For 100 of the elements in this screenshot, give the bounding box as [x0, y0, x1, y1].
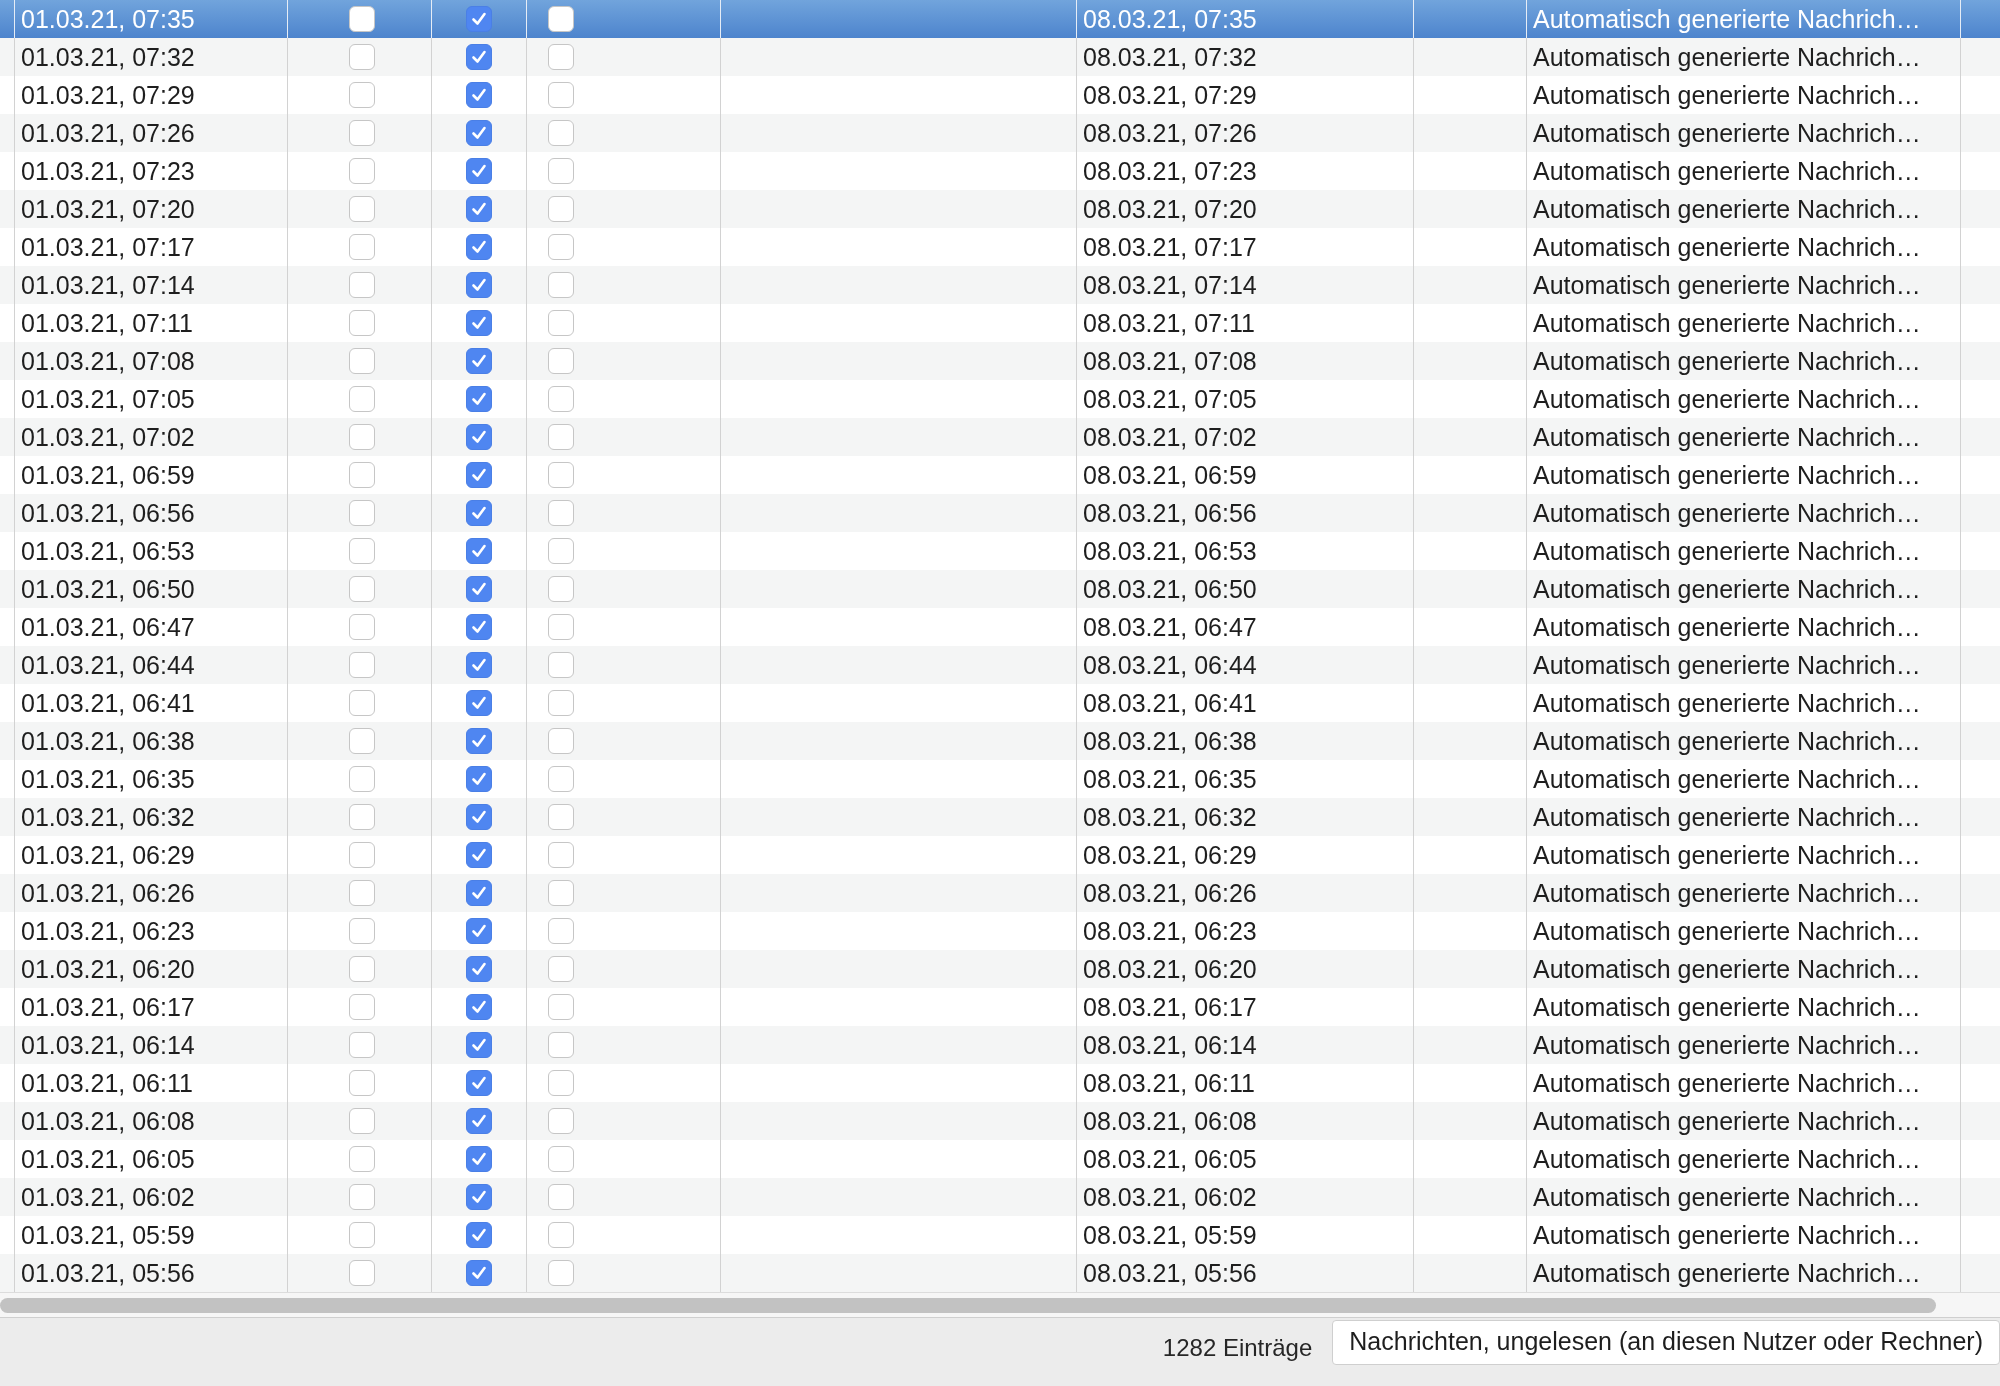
checkbox[interactable]	[466, 348, 492, 374]
table-row[interactable]: 01.03.21, 07:26 08.03.21, 07:26 Automatisch generierte Nachrich…	[0, 114, 2000, 152]
checkbox[interactable]	[466, 1260, 492, 1286]
checkbox[interactable]	[348, 842, 375, 868]
checkbox[interactable]	[466, 1146, 492, 1172]
checkbox[interactable]	[348, 956, 375, 982]
checkbox[interactable]	[348, 234, 375, 260]
checkbox[interactable]	[348, 538, 375, 564]
checkbox[interactable]	[348, 386, 375, 412]
checkbox[interactable]	[548, 804, 574, 830]
scrollbar-thumb[interactable]	[0, 1297, 1936, 1313]
table-row[interactable]: 01.03.21, 06:20 08.03.21, 06:20 Automatisch generierte Nachrich…	[0, 950, 2000, 988]
checkbox[interactable]	[466, 538, 492, 564]
checkbox[interactable]	[466, 500, 492, 526]
checkbox[interactable]	[548, 44, 574, 70]
checkbox[interactable]	[466, 82, 492, 108]
checkbox[interactable]	[466, 1184, 492, 1210]
checkbox[interactable]	[548, 994, 574, 1020]
checkbox[interactable]	[466, 310, 492, 336]
checkbox[interactable]	[466, 652, 492, 678]
table-row[interactable]: 01.03.21, 06:38 08.03.21, 06:38 Automatisch generierte Nachrich…	[0, 722, 2000, 760]
checkbox[interactable]	[548, 272, 574, 298]
table-row[interactable]: 01.03.21, 06:08 08.03.21, 06:08 Automatisch generierte Nachrich…	[0, 1102, 2000, 1140]
checkbox[interactable]	[548, 120, 574, 146]
table-row[interactable]: 01.03.21, 07:02 08.03.21, 07:02 Automatisch generierte Nachrich…	[0, 418, 2000, 456]
checkbox[interactable]	[466, 1032, 492, 1058]
table-row[interactable]: 01.03.21, 07:14 08.03.21, 07:14 Automatisch generierte Nachrich…	[0, 266, 2000, 304]
checkbox[interactable]	[348, 690, 375, 716]
checkbox[interactable]	[466, 842, 492, 868]
checkbox[interactable]	[348, 1108, 375, 1134]
checkbox[interactable]	[466, 576, 492, 602]
checkbox[interactable]	[466, 614, 492, 640]
checkbox[interactable]	[348, 1070, 375, 1096]
checkbox[interactable]	[348, 348, 375, 374]
checkbox[interactable]	[548, 462, 574, 488]
checkbox[interactable]	[548, 1070, 574, 1096]
checkbox[interactable]	[348, 500, 375, 526]
checkbox[interactable]	[548, 842, 574, 868]
checkbox[interactable]	[348, 1032, 375, 1058]
checkbox[interactable]	[348, 994, 375, 1020]
checkbox[interactable]	[548, 158, 574, 184]
checkbox[interactable]	[466, 728, 492, 754]
checkbox[interactable]	[548, 1260, 574, 1286]
checkbox[interactable]	[348, 1146, 375, 1172]
checkbox[interactable]	[348, 82, 375, 108]
checkbox[interactable]	[548, 500, 574, 526]
checkbox[interactable]	[348, 272, 375, 298]
checkbox[interactable]	[348, 120, 375, 146]
table-row[interactable]: 01.03.21, 06:50 08.03.21, 06:50 Automatisch generierte Nachrich…	[0, 570, 2000, 608]
checkbox[interactable]	[348, 424, 375, 450]
table-row[interactable]: 01.03.21, 07:20 08.03.21, 07:20 Automatisch generierte Nachrich…	[0, 190, 2000, 228]
checkbox[interactable]	[466, 234, 492, 260]
checkbox[interactable]	[466, 918, 492, 944]
checkbox[interactable]	[348, 44, 375, 70]
checkbox[interactable]	[548, 1108, 574, 1134]
checkbox[interactable]	[466, 272, 492, 298]
checkbox[interactable]	[548, 348, 574, 374]
checkbox[interactable]	[348, 196, 375, 222]
checkbox[interactable]	[548, 766, 574, 792]
checkbox[interactable]	[548, 310, 574, 336]
checkbox[interactable]	[466, 386, 492, 412]
checkbox[interactable]	[548, 652, 574, 678]
checkbox[interactable]	[548, 386, 574, 412]
checkbox[interactable]	[466, 690, 492, 716]
checkbox[interactable]	[348, 614, 375, 640]
checkbox[interactable]	[548, 6, 574, 32]
filter-selector[interactable]: Nachrichten, ungelesen (an diesen Nutzer oder Rechner)	[1332, 1320, 2000, 1365]
checkbox[interactable]	[466, 6, 492, 32]
checkbox[interactable]	[466, 1108, 492, 1134]
checkbox[interactable]	[548, 690, 574, 716]
checkbox[interactable]	[348, 576, 375, 602]
checkbox[interactable]	[548, 1146, 574, 1172]
checkbox[interactable]	[348, 158, 375, 184]
checkbox[interactable]	[466, 462, 492, 488]
checkbox[interactable]	[548, 424, 574, 450]
table-row[interactable]: 01.03.21, 06:26 08.03.21, 06:26 Automatisch generierte Nachrich…	[0, 874, 2000, 912]
checkbox[interactable]	[466, 424, 492, 450]
checkbox[interactable]	[548, 576, 574, 602]
table-row[interactable]: 01.03.21, 06:14 08.03.21, 06:14 Automatisch generierte Nachrich…	[0, 1026, 2000, 1064]
checkbox[interactable]	[466, 120, 492, 146]
table-row[interactable]: 01.03.21, 07:08 08.03.21, 07:08 Automatisch generierte Nachrich…	[0, 342, 2000, 380]
table-row[interactable]: 01.03.21, 07:32 08.03.21, 07:32 Automatisch generierte Nachrich…	[0, 38, 2000, 76]
checkbox[interactable]	[348, 310, 375, 336]
checkbox[interactable]	[348, 652, 375, 678]
checkbox[interactable]	[348, 1222, 375, 1248]
checkbox[interactable]	[348, 766, 375, 792]
table-row[interactable]: 01.03.21, 06:02 08.03.21, 06:02 Automatisch generierte Nachrich…	[0, 1178, 2000, 1216]
checkbox[interactable]	[466, 994, 492, 1020]
checkbox[interactable]	[466, 1070, 492, 1096]
checkbox[interactable]	[348, 918, 375, 944]
checkbox[interactable]	[466, 1222, 492, 1248]
checkbox[interactable]	[548, 918, 574, 944]
checkbox[interactable]	[548, 728, 574, 754]
checkbox[interactable]	[466, 880, 492, 906]
checkbox[interactable]	[466, 44, 492, 70]
checkbox[interactable]	[466, 804, 492, 830]
checkbox[interactable]	[466, 766, 492, 792]
checkbox[interactable]	[548, 956, 574, 982]
checkbox[interactable]	[548, 538, 574, 564]
checkbox[interactable]	[548, 880, 574, 906]
